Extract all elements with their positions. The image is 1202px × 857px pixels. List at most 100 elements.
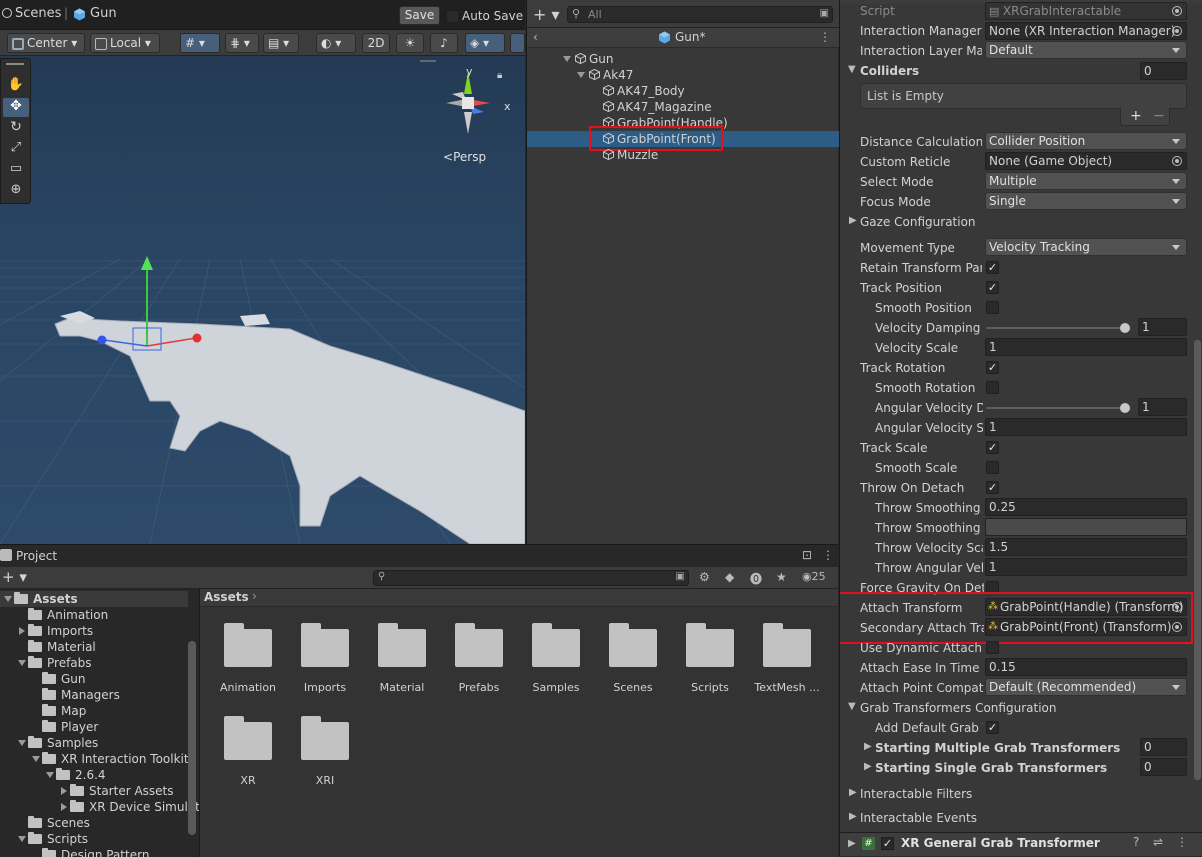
slider-knob[interactable]: [1120, 323, 1130, 333]
tree-item[interactable]: Prefabs: [0, 655, 188, 671]
grid-snap-toggle[interactable]: # ▾: [180, 33, 220, 53]
asset-folder[interactable]: Prefabs: [440, 621, 518, 697]
grab-transformers-foldout-arrow[interactable]: ▼: [848, 701, 856, 712]
focus-mode-dropdown[interactable]: Single: [985, 192, 1187, 210]
search-filter-icon[interactable]: ▣: [676, 571, 685, 582]
tree-item[interactable]: XR Interaction Toolkit: [0, 751, 189, 767]
pivot-local-dropdown[interactable]: Local ▾: [90, 33, 160, 53]
tree-item[interactable]: Player: [0, 719, 188, 735]
tree-item[interactable]: Assets: [0, 591, 188, 607]
throw-smoothing-duration-field[interactable]: 0.25: [985, 498, 1187, 516]
hierarchy-item[interactable]: AK47_Body: [527, 83, 839, 99]
hierarchy-item[interactable]: Muzzle: [527, 147, 839, 163]
pivot-center-dropdown[interactable]: Center ▾: [7, 33, 85, 53]
component-enabled-checkbox[interactable]: ✓: [881, 837, 894, 850]
help-icon[interactable]: ?: [1133, 835, 1139, 849]
tab-project[interactable]: Project: [16, 549, 57, 563]
expand-arrow-icon[interactable]: [46, 772, 54, 778]
slider-knob[interactable]: [1120, 403, 1130, 413]
hierarchy-item[interactable]: AK47_Magazine: [527, 99, 839, 115]
expand-arrow-icon[interactable]: [577, 72, 585, 78]
asset-folder[interactable]: Samples: [517, 621, 595, 697]
tree-item[interactable]: 2.6.4: [0, 767, 188, 783]
attach-ease-field[interactable]: 0.15: [985, 658, 1187, 676]
collapse-arrow-icon[interactable]: [61, 803, 67, 811]
attach-compat-dropdown[interactable]: Default (Recommended): [985, 678, 1187, 696]
filter-by-label-icon[interactable]: ◆: [725, 570, 734, 584]
tab-scenes[interactable]: Scenes: [15, 6, 61, 21]
tree-item[interactable]: Map: [0, 703, 188, 719]
lock-icon[interactable]: ⊡: [802, 548, 812, 562]
create-asset-button[interactable]: + ▾: [2, 568, 27, 586]
persp-toggle[interactable]: <Persp: [443, 150, 486, 164]
tree-item[interactable]: Scenes: [0, 815, 188, 831]
more-menu-icon[interactable]: ⋮: [822, 548, 834, 562]
hierarchy-search-input[interactable]: ⚲ All ▣: [567, 6, 833, 23]
throw-on-detach-checkbox[interactable]: ✓: [986, 481, 999, 494]
collapse-arrow-icon[interactable]: [19, 627, 25, 635]
component-foldout-arrow[interactable]: ▶: [848, 838, 856, 849]
interactable-filters-foldout-arrow[interactable]: ▶: [849, 787, 857, 798]
audio-toggle[interactable]: ♪: [430, 33, 458, 53]
starting-multiple-count-field[interactable]: 0: [1140, 738, 1187, 756]
expand-arrow-icon[interactable]: [18, 660, 26, 666]
angular-damping-field[interactable]: 1: [1138, 398, 1187, 416]
tree-scrollbar[interactable]: [188, 641, 196, 835]
interactable-events-foldout-arrow[interactable]: ▶: [849, 811, 857, 822]
more-menu-icon[interactable]: ⋮: [819, 30, 831, 44]
snap-settings-button[interactable]: ▤ ▾: [263, 33, 299, 53]
asset-folder[interactable]: Scenes: [594, 621, 672, 697]
filter-by-type-icon[interactable]: ⚙: [699, 570, 710, 584]
remove-element-button[interactable]: −: [1153, 108, 1165, 124]
add-element-button[interactable]: +: [1130, 108, 1142, 124]
rotate-tool-icon[interactable]: ↻: [3, 119, 29, 138]
colliders-count-field[interactable]: 0: [1140, 62, 1187, 80]
retain-parent-checkbox[interactable]: ✓: [986, 261, 999, 274]
asset-folder[interactable]: TextMesh ...: [748, 621, 826, 697]
asset-folder[interactable]: XR: [209, 714, 287, 790]
custom-reticle-field[interactable]: None (Game Object): [985, 152, 1187, 170]
search-filter-icon[interactable]: ▣: [820, 8, 829, 19]
tab-gun[interactable]: Gun: [90, 6, 117, 21]
favorites-star-icon[interactable]: ★: [776, 570, 787, 584]
select-mode-dropdown[interactable]: Multiple: [985, 172, 1187, 190]
project-search-input[interactable]: ⚲ ▣: [373, 570, 689, 586]
velocity-scale-field[interactable]: 1: [985, 338, 1187, 356]
object-picker-icon[interactable]: [1172, 26, 1182, 36]
track-position-checkbox[interactable]: ✓: [986, 281, 999, 294]
smooth-rotation-checkbox[interactable]: [986, 381, 999, 394]
save-button[interactable]: Save: [399, 6, 440, 25]
tree-item[interactable]: Starter Assets: [0, 783, 188, 799]
transform-tool-icon[interactable]: ⊕: [3, 182, 29, 201]
throw-velocity-scale-field[interactable]: 1.5: [985, 538, 1187, 556]
tree-item[interactable]: Material: [0, 639, 188, 655]
mode-2d-toggle[interactable]: 2D: [362, 33, 390, 53]
interaction-layer-dropdown[interactable]: Default: [985, 41, 1187, 59]
scale-tool-icon[interactable]: ⤢: [3, 140, 29, 159]
gizmos-toggle[interactable]: [510, 33, 525, 53]
tree-item[interactable]: Samples: [0, 735, 188, 751]
lock-icon[interactable]: 🔒︎: [497, 70, 502, 81]
lighting-toggle[interactable]: ☀: [396, 33, 424, 53]
asset-folder[interactable]: Material: [363, 621, 441, 697]
expand-arrow-icon[interactable]: [18, 740, 26, 746]
hierarchy-item[interactable]: Gun: [527, 51, 839, 67]
gaze-foldout-arrow[interactable]: ▶: [849, 215, 857, 226]
colliders-foldout-arrow[interactable]: ▼: [848, 64, 856, 75]
preset-icon[interactable]: ⇌: [1153, 835, 1163, 849]
scene-viewport[interactable]: ✋ ✥ ↻ ⤢ ▭ ⊕ y x 🔒︎ <Persp: [0, 56, 525, 544]
collapse-arrow-icon[interactable]: [61, 787, 67, 795]
movement-type-dropdown[interactable]: Velocity Tracking: [985, 238, 1187, 256]
angular-scale-field[interactable]: 1: [985, 418, 1187, 436]
add-object-button[interactable]: + ▾: [533, 5, 560, 24]
tree-item[interactable]: XR Device Simulator: [0, 799, 199, 815]
distance-calc-dropdown[interactable]: Collider Position: [985, 132, 1187, 150]
add-default-checkbox[interactable]: ✓: [986, 721, 999, 734]
hidden-packages-toggle[interactable]: ◉25: [802, 570, 826, 583]
expand-arrow-icon[interactable]: [4, 596, 12, 602]
velocity-damping-field[interactable]: 1: [1138, 318, 1187, 336]
effects-dropdown[interactable]: ◈ ▾: [465, 33, 505, 53]
hierarchy-item[interactable]: Ak47: [527, 67, 839, 83]
log-type-icon[interactable]: ⓿: [750, 570, 762, 587]
smooth-position-checkbox[interactable]: [986, 301, 999, 314]
